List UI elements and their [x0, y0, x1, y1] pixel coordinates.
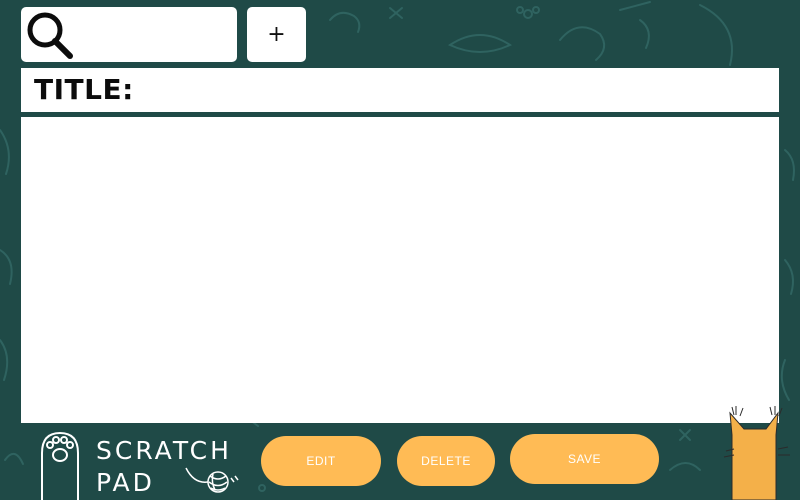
- save-button-label: SAVE: [567, 452, 602, 466]
- logo-line-2: PAD: [96, 468, 155, 497]
- search-icon[interactable]: [24, 10, 74, 60]
- edit-button[interactable]: EDIT: [261, 436, 381, 486]
- search-box[interactable]: [21, 7, 237, 62]
- title-label: TITLE:: [34, 73, 134, 106]
- edit-button-label: EDIT: [306, 454, 336, 468]
- save-button[interactable]: SAVE: [510, 434, 659, 484]
- paw-icon: [41, 431, 79, 500]
- delete-button[interactable]: DELETE: [397, 436, 495, 486]
- add-note-button[interactable]: +: [247, 7, 306, 62]
- cat-peek-icon: [723, 406, 790, 500]
- scratch-pad-logo: SCRATCH PAD: [41, 431, 239, 500]
- plus-icon: +: [267, 22, 286, 47]
- note-body-textarea[interactable]: [21, 117, 779, 423]
- search-input[interactable]: [81, 17, 233, 53]
- yarn-ball-icon: [185, 467, 239, 493]
- title-input[interactable]: [131, 74, 765, 108]
- logo-line-1: SCRATCH: [96, 436, 232, 465]
- delete-button-label: DELETE: [421, 454, 471, 468]
- title-bar: TITLE:: [21, 68, 779, 112]
